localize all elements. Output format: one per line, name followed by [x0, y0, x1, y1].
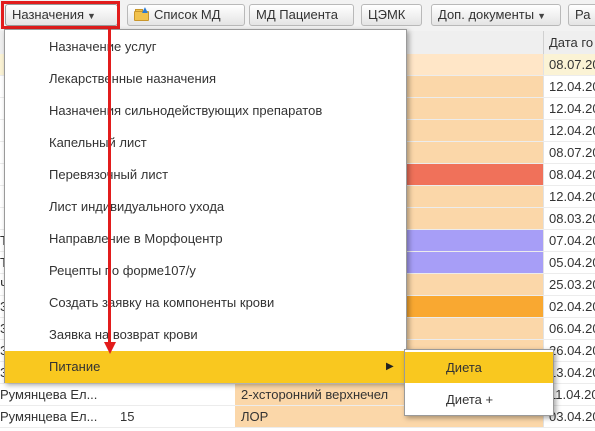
- date-cell: 08.07.20: [543, 54, 595, 75]
- date-cell: 08.07.20: [543, 142, 595, 163]
- date-cell: 25.03.20: [543, 274, 595, 295]
- folder-up-icon: ▲: [134, 6, 150, 21]
- menu-item-label: Капельный лист: [49, 135, 147, 150]
- md-patient-label: МД Пациента: [256, 7, 338, 22]
- appointments-menu: Назначение услуг Лекарственные назначения…: [4, 29, 407, 383]
- date-cell: 12.04.20: [543, 76, 595, 97]
- patient-name-cell: Румянцева Ел...: [0, 387, 98, 402]
- menu-item-morphocenter-referral[interactable]: Направление в Морфоцентр: [5, 223, 406, 255]
- menu-item-label: Питание: [49, 359, 101, 374]
- menu-item-drip-sheet[interactable]: Капельный лист: [5, 127, 406, 159]
- partial-button[interactable]: Ра: [568, 4, 595, 26]
- submenu-item-diet[interactable]: Диета: [405, 352, 553, 383]
- menu-item-label: Назначение услуг: [49, 39, 157, 54]
- menu-item-services[interactable]: Назначение услуг: [5, 31, 406, 63]
- menu-item-label: Назначения сильнодействующих препаратов: [49, 103, 323, 118]
- menu-item-dressing-sheet[interactable]: Перевязочный лист: [5, 159, 406, 191]
- menu-item-blood-request[interactable]: Создать заявку на компоненты крови: [5, 287, 406, 319]
- menu-item-label: Направление в Морфоцентр: [49, 231, 223, 246]
- room-number-cell: 15: [120, 409, 135, 424]
- menu-item-label: Создать заявку на компоненты крови: [49, 295, 275, 310]
- menu-item-label: Лист индивидуального ухода: [49, 199, 225, 214]
- md-list-label: Список МД: [154, 7, 221, 22]
- date-cell: 12.04.20: [543, 186, 595, 207]
- highlight-frame: [1, 1, 120, 29]
- menu-item-prescriptions[interactable]: Рецепты по форме107/у: [5, 255, 406, 287]
- submenu-item-label: Диета +: [446, 392, 494, 407]
- menu-item-medications[interactable]: Лекарственные назначения: [5, 63, 406, 95]
- date-cell: 08.03.20: [543, 208, 595, 229]
- partial-label: Ра: [575, 7, 591, 22]
- annotation-arrow-line: [108, 29, 111, 344]
- menu-item-label: Рецепты по форме107/у: [49, 263, 196, 278]
- patient-name-cell: Румянцева Ел...: [0, 409, 98, 424]
- menu-item-label: Лекарственные назначения: [49, 71, 217, 86]
- md-list-button[interactable]: ▲ Список МД: [127, 4, 245, 26]
- md-patient-button[interactable]: МД Пациента: [249, 4, 354, 26]
- submenu-item-diet-plus[interactable]: Диета +: [405, 384, 553, 415]
- extra-docs-button[interactable]: Доп. документы ▼: [431, 4, 561, 26]
- extra-docs-label: Доп. документы: [438, 7, 535, 22]
- cemk-label: ЦЭМК: [368, 7, 406, 22]
- date-cell: 12.04.20: [543, 98, 595, 119]
- menu-item-nutrition[interactable]: Питание ▶: [5, 351, 406, 383]
- toolbar: Назначения ▼ ▲ Список МД МД Пациента ЦЭМК …: [0, 0, 595, 31]
- chevron-down-icon: ▼: [537, 11, 547, 21]
- menu-item-potent-drugs[interactable]: Назначения сильнодействующих препаратов: [5, 95, 406, 127]
- date-cell: 08.04.20: [543, 164, 595, 185]
- menu-item-label: Заявка на возврат крови: [49, 327, 198, 342]
- date-cell: 12.04.20: [543, 120, 595, 141]
- nutrition-submenu: Диета Диета +: [404, 349, 554, 416]
- annotation-arrow-head: [104, 342, 116, 354]
- submenu-item-label: Диета: [446, 360, 482, 375]
- date-cell: 07.04.20: [543, 230, 595, 251]
- cemk-button[interactable]: ЦЭМК: [361, 4, 422, 26]
- submenu-arrow-icon: ▶: [386, 361, 394, 372]
- date-column-header[interactable]: Дата го: [543, 31, 595, 54]
- date-cell: 05.04.20: [543, 252, 595, 273]
- date-cell: 02.04.20: [543, 296, 595, 317]
- date-cell: 06.04.20: [543, 318, 595, 339]
- menu-item-care-sheet[interactable]: Лист индивидуального ухода: [5, 191, 406, 223]
- menu-item-blood-return[interactable]: Заявка на возврат крови: [5, 319, 406, 351]
